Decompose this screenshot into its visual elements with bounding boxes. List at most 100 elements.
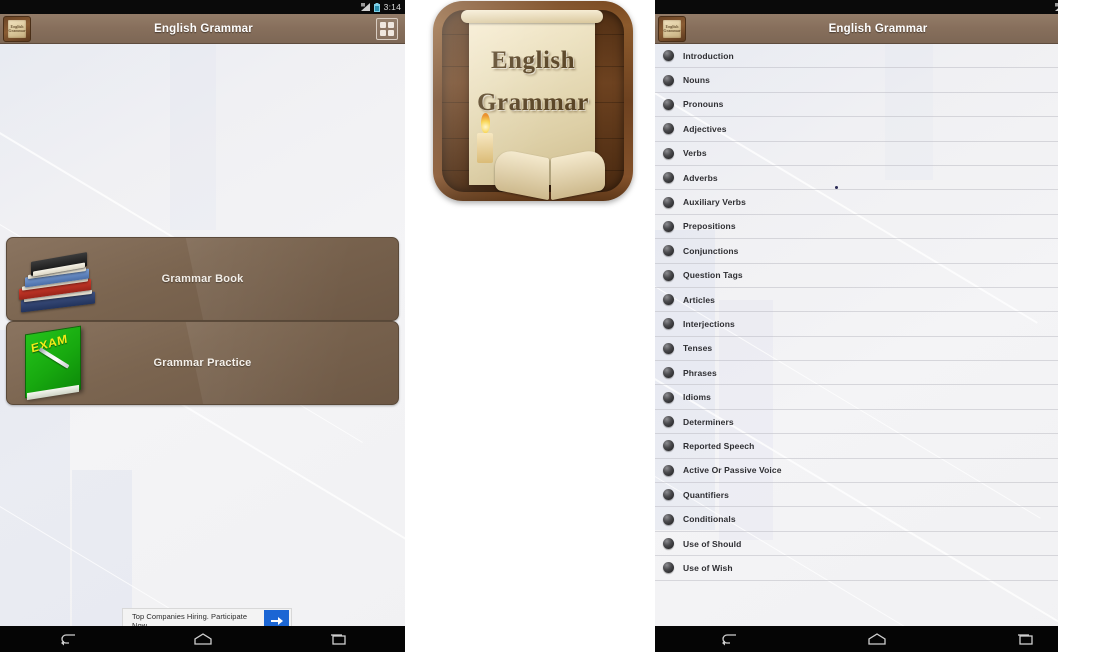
- bullet-icon: [663, 98, 674, 110]
- bullet-icon: [663, 391, 674, 403]
- back-icon: [60, 634, 75, 646]
- left-nav-bar: [0, 626, 405, 652]
- list-item-label: Question Tags: [683, 270, 743, 281]
- bullet-icon: [663, 416, 674, 428]
- screenshot-stage: 3:14 English Grammar English Grammar Gra…: [0, 0, 1099, 652]
- right-margin-filler: [1058, 0, 1099, 652]
- bullet-icon: [663, 196, 674, 208]
- page-title: English Grammar: [154, 22, 253, 35]
- list-item-label: Articles: [683, 294, 715, 305]
- list-item-label: Quantifiers: [683, 489, 729, 500]
- list-item[interactable]: Idioms: [655, 385, 1099, 410]
- center-promo-column: English Grammar: [405, 0, 838, 652]
- recents-button[interactable]: [310, 626, 366, 652]
- left-action-bar: English Grammar English Grammar: [0, 14, 405, 44]
- home-icon: [193, 633, 212, 645]
- list-item-label: Pronouns: [683, 99, 724, 110]
- list-item[interactable]: Determiners: [655, 410, 1099, 435]
- list-item-label: Verbs: [683, 148, 707, 159]
- recents-button[interactable]: [997, 626, 1053, 652]
- list-item-label: Conditionals: [683, 514, 736, 525]
- menu-card-label: Grammar Book: [161, 273, 244, 285]
- list-item-label: Reported Speech: [683, 440, 755, 451]
- bullet-icon: [663, 367, 674, 379]
- menu-card-grammar-book[interactable]: Grammar Book: [6, 237, 399, 321]
- list-item-label: Use of Wish: [683, 562, 733, 573]
- recents-icon: [1018, 634, 1033, 645]
- candle-flame-icon: [481, 113, 490, 133]
- list-item-label: Interjections: [683, 318, 735, 329]
- list-item[interactable]: Pronouns: [655, 93, 1099, 118]
- list-item-label: Active Or Passive Voice: [683, 465, 782, 476]
- list-item[interactable]: Auxiliary Verbs: [655, 190, 1099, 215]
- list-item[interactable]: Use of Should: [655, 532, 1099, 557]
- list-item-label: Tenses: [683, 343, 713, 354]
- icon-title-line1: English: [490, 47, 576, 74]
- recents-icon: [330, 634, 346, 645]
- grid-menu-icon[interactable]: [376, 17, 398, 40]
- list-item[interactable]: Adverbs: [655, 166, 1099, 191]
- list-item[interactable]: Nouns: [655, 68, 1099, 93]
- list-item-label: Use of Should: [683, 538, 742, 549]
- bullet-icon: [663, 464, 674, 476]
- open-book-icon: [495, 147, 605, 201]
- left-phone-screen: 3:14 English Grammar English Grammar Gra…: [0, 0, 405, 652]
- bullet-icon: [663, 538, 674, 549]
- bullet-icon: [663, 440, 674, 452]
- bullet-icon: [663, 562, 674, 574]
- home-button[interactable]: [175, 626, 231, 652]
- list-item-label: Adjectives: [683, 123, 727, 134]
- bullet-icon: [663, 513, 674, 525]
- list-item[interactable]: Reported Speech: [655, 434, 1099, 459]
- bullet-icon: [663, 147, 674, 159]
- list-item[interactable]: Quantifiers: [655, 483, 1099, 508]
- app-icon[interactable]: English Grammar: [658, 15, 686, 42]
- bullet-icon: [663, 172, 674, 184]
- list-item[interactable]: Conditionals: [655, 507, 1099, 532]
- menu-card-label: Grammar Practice: [153, 357, 252, 369]
- list-item[interactable]: Tenses: [655, 337, 1099, 362]
- right-action-bar: English Grammar English Grammar: [655, 14, 1099, 44]
- list-item[interactable]: Use of Wish: [655, 556, 1099, 581]
- list-item[interactable]: Prepositions: [655, 215, 1099, 240]
- right-phone-screen: 3:15 EnglishGrammar English Grammar Intr…: [655, 0, 1099, 652]
- left-main-content: Grammar Book EXAM Grammar Practice: [0, 44, 405, 652]
- icon-title-line2: Grammar: [477, 89, 589, 116]
- page-title: English Grammar: [828, 22, 928, 35]
- battery-icon: [373, 2, 380, 12]
- list-item[interactable]: Conjunctions: [655, 239, 1099, 264]
- list-item-label: Auxiliary Verbs: [683, 197, 746, 208]
- list-item[interactable]: Articles: [655, 288, 1099, 313]
- bullet-icon: [663, 220, 674, 232]
- bullet-icon: [663, 50, 674, 62]
- menu-card-grammar-practice[interactable]: EXAM Grammar Practice: [6, 321, 399, 405]
- list-item[interactable]: Phrases: [655, 361, 1099, 386]
- list-item[interactable]: Active Or Passive Voice: [655, 459, 1099, 484]
- list-item-label: Phrases: [683, 367, 717, 378]
- app-icon[interactable]: English Grammar: [3, 15, 31, 42]
- back-button[interactable]: [701, 626, 757, 652]
- status-bar-time: 3:14: [383, 2, 401, 12]
- list-item[interactable]: Question Tags: [655, 264, 1099, 288]
- list-item-label: Prepositions: [683, 221, 736, 232]
- topic-list[interactable]: Introduction Nouns Pronouns Adjectives Verbs…: [655, 44, 1099, 626]
- back-button[interactable]: [40, 626, 96, 652]
- right-status-bar: 3:15: [655, 0, 1099, 14]
- left-status-bar: 3:14: [0, 0, 405, 14]
- list-item[interactable]: Verbs: [655, 142, 1099, 166]
- candle-icon: [477, 133, 493, 163]
- list-item[interactable]: Adjectives: [655, 117, 1099, 142]
- list-item-label: Conjunctions: [683, 245, 739, 256]
- english-grammar-app-icon: English Grammar: [433, 1, 633, 201]
- back-icon: [722, 634, 736, 646]
- list-item-label: Idioms: [683, 392, 711, 403]
- bullet-icon: [663, 74, 674, 86]
- bullet-icon: [663, 245, 674, 257]
- list-item[interactable]: Introduction: [655, 44, 1099, 69]
- right-main-content: Introduction Nouns Pronouns Adjectives Verbs…: [655, 44, 1099, 626]
- bullet-icon: [663, 123, 674, 135]
- list-item[interactable]: Interjections: [655, 312, 1099, 337]
- bullet-icon: [663, 342, 674, 354]
- home-button[interactable]: [849, 626, 905, 652]
- bullet-icon: [663, 269, 674, 281]
